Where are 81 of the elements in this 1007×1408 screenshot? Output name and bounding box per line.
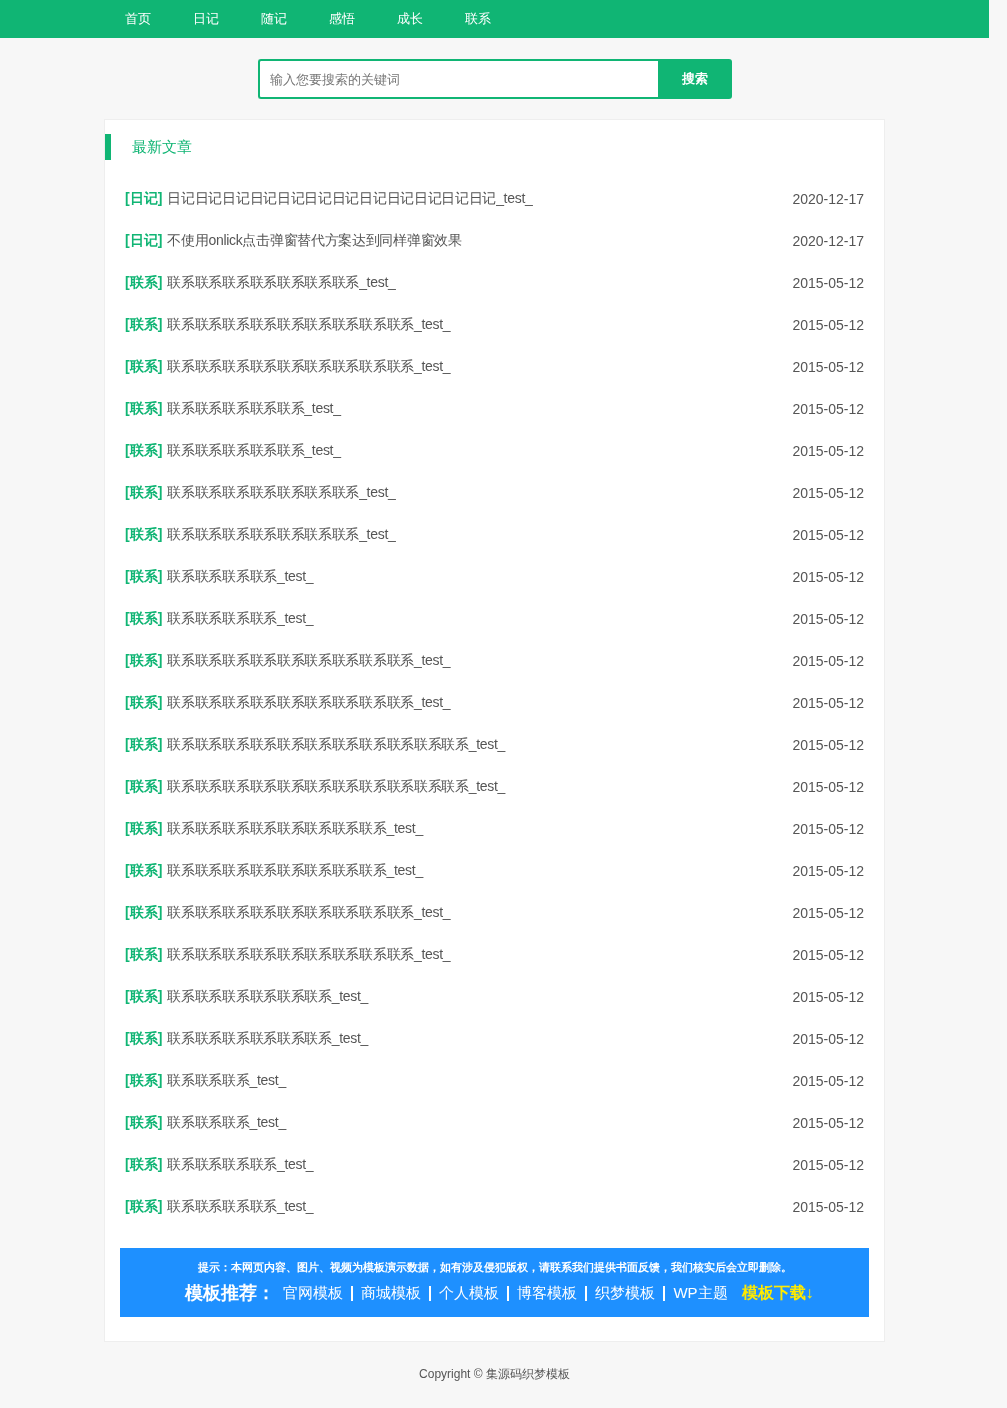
article-link[interactable]: [联系] 联系联系联系联系联系联系联系联系联系_test_ xyxy=(125,946,451,964)
article-date: 2015-05-12 xyxy=(792,1157,864,1173)
article-date: 2015-05-12 xyxy=(792,485,864,501)
article-link[interactable]: [联系] 联系联系联系联系联系联系联系联系联系_test_ xyxy=(125,316,451,334)
article-title[interactable]: 日记日记日记日记日记日记日记日记日记日记日记日记_test_ xyxy=(167,190,533,208)
article-date: 2015-05-12 xyxy=(792,1073,864,1089)
article-title[interactable]: 联系联系联系联系联系联系联系联系联系联系联系_test_ xyxy=(167,778,506,796)
article-title[interactable]: 联系联系联系联系联系联系联系联系_test_ xyxy=(167,862,423,880)
article-date: 2020-12-17 xyxy=(792,233,864,249)
article-link[interactable]: [联系] 联系联系联系联系联系联系联系联系联系_test_ xyxy=(125,694,451,712)
article-date: 2015-05-12 xyxy=(792,905,864,921)
article-date: 2015-05-12 xyxy=(792,275,864,291)
article-title[interactable]: 联系联系联系_test_ xyxy=(167,1114,286,1132)
article-title[interactable]: 联系联系联系联系联系联系联系联系联系_test_ xyxy=(167,358,451,376)
article-link[interactable]: [联系] 联系联系联系联系联系联系联系联系联系联系联系_test_ xyxy=(125,778,506,796)
article-title[interactable]: 联系联系联系联系联系联系_test_ xyxy=(167,988,369,1006)
article-date: 2020-12-17 xyxy=(792,191,864,207)
article-title[interactable]: 联系联系联系联系联系联系联系联系_test_ xyxy=(167,820,423,838)
article-link[interactable]: [联系] 联系联系联系联系联系联系联系联系_test_ xyxy=(125,820,423,838)
article-title[interactable]: 联系联系联系联系联系联系联系_test_ xyxy=(167,484,396,502)
article-link[interactable]: [联系] 联系联系联系联系联系_test_ xyxy=(125,442,341,460)
article-date: 2015-05-12 xyxy=(792,1115,864,1131)
article-link[interactable]: [联系] 联系联系联系联系联系联系联系联系联系_test_ xyxy=(125,652,451,670)
article-link[interactable]: [联系] 联系联系联系联系联系联系联系_test_ xyxy=(125,526,396,544)
article-date: 2015-05-12 xyxy=(792,569,864,585)
article-link[interactable]: [日记] 日记日记日记日记日记日记日记日记日记日记日记日记_test_ xyxy=(125,190,533,208)
article-title[interactable]: 联系联系联系联系联系联系_test_ xyxy=(167,1030,369,1048)
article-link[interactable]: [联系] 联系联系联系联系_test_ xyxy=(125,610,314,628)
article-date: 2015-05-12 xyxy=(792,1031,864,1047)
section-title: 最新文章 xyxy=(132,137,192,157)
article-title[interactable]: 联系联系联系联系_test_ xyxy=(167,568,314,586)
article-title[interactable]: 联系联系联系联系_test_ xyxy=(167,1198,314,1216)
article-link[interactable]: [联系] 联系联系联系联系联系联系联系联系联系_test_ xyxy=(125,358,451,376)
recommend-label: 模板推荐： xyxy=(185,1282,276,1305)
article-title[interactable]: 联系联系联系联系联系_test_ xyxy=(167,442,341,460)
article-date: 2015-05-12 xyxy=(792,779,864,795)
article-link[interactable]: [联系] 联系联系联系联系联系联系联系_test_ xyxy=(125,274,396,292)
article-date: 2015-05-12 xyxy=(792,989,864,1005)
search-field[interactable]: 输入您要搜索的关键词 xyxy=(257,59,658,99)
article-title[interactable]: 联系联系联系联系联系联系联系联系联系_test_ xyxy=(167,316,451,334)
copyright-text: Copyright © 集源码织梦模板 xyxy=(418,1366,571,1383)
article-title[interactable]: 联系联系联系联系联系联系联系联系联系_test_ xyxy=(167,904,451,922)
article-date: 2015-05-12 xyxy=(792,947,864,963)
article-date: 2015-05-12 xyxy=(792,821,864,837)
article-title[interactable]: 联系联系联系联系联系联系联系_test_ xyxy=(167,274,396,292)
article-title[interactable]: 联系联系联系联系联系联系联系_test_ xyxy=(167,526,396,544)
article-link[interactable]: [联系] 联系联系联系联系_test_ xyxy=(125,568,314,586)
article-link[interactable]: [联系] 联系联系联系联系联系联系联系联系联系联系联系_test_ xyxy=(125,736,506,754)
article-title[interactable]: 联系联系联系联系联系联系联系联系联系_test_ xyxy=(167,946,451,964)
article-title[interactable]: 联系联系联系联系联系_test_ xyxy=(167,400,341,418)
article-link[interactable]: [联系] 联系联系联系联系联系联系_test_ xyxy=(125,988,369,1006)
article-date: 2015-05-12 xyxy=(792,359,864,375)
article-link[interactable]: [联系] 联系联系联系_test_ xyxy=(125,1114,286,1132)
article-date: 2015-05-12 xyxy=(792,527,864,543)
article-title[interactable]: 联系联系联系_test_ xyxy=(167,1072,286,1090)
article-title[interactable]: 联系联系联系联系联系联系联系联系联系联系联系_test_ xyxy=(167,736,506,754)
article-link[interactable]: [联系] 联系联系联系联系联系联系联系_test_ xyxy=(125,484,396,502)
heading-marker xyxy=(105,134,111,160)
notice-text: 提示：本网页内容、图片、视频为模板演示数据，如有涉及侵犯版权，请联系我们提供书面反馈，我们核实后会立即删除。 xyxy=(197,1260,792,1275)
article-date: 2015-05-12 xyxy=(792,695,864,711)
article-date: 2015-05-12 xyxy=(792,611,864,627)
article-link[interactable]: [联系] 联系联系联系联系联系_test_ xyxy=(125,400,341,418)
article-date: 2015-05-12 xyxy=(792,443,864,459)
article-title[interactable]: 联系联系联系联系联系联系联系联系联系_test_ xyxy=(167,694,451,712)
article-date: 2015-05-12 xyxy=(792,863,864,879)
article-date: 2015-05-12 xyxy=(792,401,864,417)
article-link[interactable]: [联系] 联系联系联系联系联系联系联系联系_test_ xyxy=(125,862,423,880)
article-title[interactable]: 联系联系联系联系_test_ xyxy=(167,610,314,628)
article-title[interactable]: 联系联系联系联系联系联系联系联系联系_test_ xyxy=(167,652,451,670)
article-date: 2015-05-12 xyxy=(792,1199,864,1215)
article-link[interactable]: [联系] 联系联系联系联系_test_ xyxy=(125,1198,314,1216)
article-link[interactable]: [联系] 联系联系联系联系联系联系联系联系联系_test_ xyxy=(125,904,451,922)
article-link[interactable]: [联系] 联系联系联系联系_test_ xyxy=(125,1156,314,1174)
article-link[interactable]: [联系] 联系联系联系联系联系联系_test_ xyxy=(125,1030,369,1048)
article-title[interactable]: 不使用onlick点击弹窗替代方案达到同样弹窗效果 xyxy=(167,232,462,250)
article-link[interactable]: [联系] 联系联系联系_test_ xyxy=(125,1072,286,1090)
article-date: 2015-05-12 xyxy=(792,317,864,333)
article-date: 2015-05-12 xyxy=(792,653,864,669)
article-link[interactable]: [日记] 不使用onlick点击弹窗替代方案达到同样弹窗效果 xyxy=(125,232,462,250)
article-date: 2015-05-12 xyxy=(792,737,864,753)
article-title[interactable]: 联系联系联系联系_test_ xyxy=(167,1156,314,1174)
